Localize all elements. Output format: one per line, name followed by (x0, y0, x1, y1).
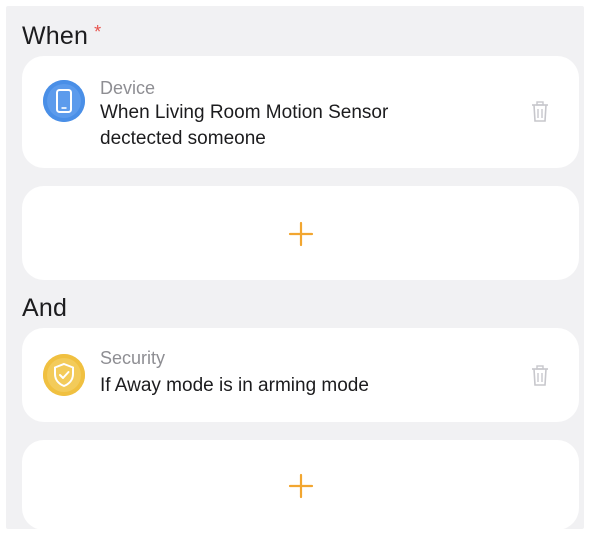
when-section-title: When * (22, 22, 101, 51)
trash-icon[interactable] (530, 364, 550, 388)
add-when-condition-button[interactable] (22, 186, 579, 280)
condition-description-line: When Living Room Motion Sensor (100, 102, 389, 123)
shield-icon (43, 354, 85, 396)
trash-icon[interactable] (530, 100, 550, 124)
condition-card-device[interactable]: Device When Living Room Motion Sensor de… (22, 56, 579, 168)
plus-icon (288, 473, 314, 499)
when-title-text: When (22, 22, 89, 50)
and-section-title: And (22, 294, 67, 323)
required-mark: * (94, 22, 102, 42)
condition-category: Security (100, 348, 166, 368)
condition-description-line: If Away mode is in arming mode (100, 375, 369, 396)
add-and-condition-button[interactable] (22, 440, 579, 530)
phone-device-icon (43, 80, 85, 122)
condition-card-security[interactable]: Security If Away mode is in arming mode (22, 328, 579, 422)
condition-description: If Away mode is in arming mode (100, 373, 480, 399)
and-title-text: And (22, 294, 68, 322)
condition-description-line: dectected someone (100, 128, 266, 149)
plus-icon (288, 221, 314, 247)
condition-category: Device (100, 78, 156, 98)
condition-description: When Living Room Motion Sensor dectected… (100, 100, 480, 152)
